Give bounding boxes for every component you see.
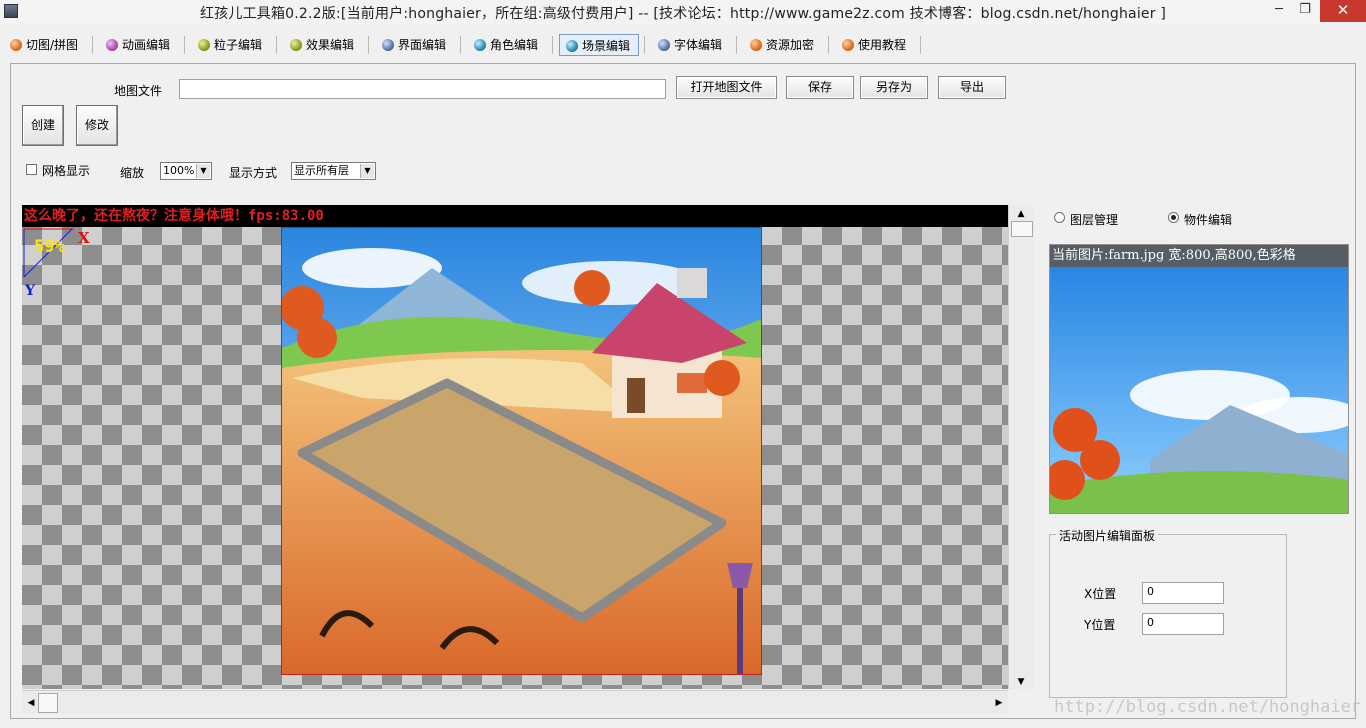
tab-separator bbox=[736, 36, 737, 54]
tab-scene[interactable]: 场景编辑 bbox=[559, 34, 639, 56]
scroll-right-icon[interactable]: ▶ bbox=[992, 695, 1006, 711]
olive-ball-icon bbox=[290, 39, 302, 51]
tab-encrypt[interactable]: 资源加密 bbox=[744, 34, 814, 56]
horizontal-scroll-thumb[interactable] bbox=[38, 693, 58, 713]
tab-animation[interactable]: 动画编辑 bbox=[100, 34, 170, 56]
scroll-down-icon[interactable]: ▼ bbox=[1011, 675, 1031, 689]
tab-label: 效果编辑 bbox=[306, 38, 355, 52]
orange-ball-icon bbox=[842, 39, 854, 51]
image-preview: 当前图片:farm.jpg 宽:800,高800,色彩格 bbox=[1049, 244, 1349, 514]
axis-x-label: X bbox=[78, 229, 90, 247]
olive-ball-icon bbox=[198, 39, 210, 51]
x-position-input[interactable]: 0 bbox=[1142, 582, 1224, 604]
save-button[interactable]: 保存 bbox=[786, 76, 854, 99]
layer-manage-label: 图层管理 bbox=[1070, 213, 1119, 227]
tab-separator bbox=[552, 36, 553, 54]
tab-separator bbox=[276, 36, 277, 54]
teal-ball-icon bbox=[474, 39, 486, 51]
module-tabs: 切图/拼图 动画编辑 粒子编辑 效果编辑 界面编辑 角色编辑 场景编辑 字体编辑… bbox=[0, 32, 1366, 58]
tab-separator bbox=[460, 36, 461, 54]
x-position-label: X位置 bbox=[1084, 587, 1117, 601]
grid-display-checkbox[interactable] bbox=[26, 164, 37, 175]
tab-separator bbox=[644, 36, 645, 54]
maximize-button[interactable]: ❐ bbox=[1292, 0, 1318, 22]
y-position-input[interactable]: 0 bbox=[1142, 613, 1224, 635]
tab-label: 切图/拼图 bbox=[26, 38, 79, 52]
zoom-label: 缩放 bbox=[120, 166, 145, 180]
canvas-status-text: 这么晚了，还在熬夜？注意身体哦！fps:83.00 bbox=[22, 205, 1008, 227]
save-as-button[interactable]: 另存为 bbox=[860, 76, 928, 99]
tab-tutorial[interactable]: 使用教程 bbox=[836, 34, 906, 56]
grid-display-label: 网格显示 bbox=[42, 164, 91, 178]
farm-map-image[interactable] bbox=[281, 227, 762, 675]
tab-label: 资源加密 bbox=[766, 38, 815, 52]
display-mode-select[interactable]: 显示所有层 ▼ bbox=[291, 162, 376, 180]
close-button[interactable]: ✕ bbox=[1320, 0, 1366, 22]
map-file-input[interactable] bbox=[179, 79, 666, 99]
tab-separator bbox=[920, 36, 921, 54]
minimize-button[interactable]: ─ bbox=[1266, 0, 1292, 22]
window-title: 红孩儿工具箱0.2.2版:[当前用户:honghaier，所在组:高级付费用户]… bbox=[199, 6, 1167, 22]
tab-character[interactable]: 角色编辑 bbox=[468, 34, 538, 56]
tab-separator bbox=[184, 36, 185, 54]
y-position-label: Y位置 bbox=[1084, 618, 1116, 632]
tab-ui[interactable]: 界面编辑 bbox=[376, 34, 446, 56]
vertical-scrollbar[interactable]: ▲ ▼ bbox=[1008, 205, 1034, 689]
orange-ball-icon bbox=[750, 39, 762, 51]
export-button[interactable]: 导出 bbox=[938, 76, 1006, 99]
object-edit-label: 物件编辑 bbox=[1184, 213, 1233, 227]
active-image-edit-title: 活动图片编辑面板 bbox=[1056, 527, 1159, 544]
chevron-down-icon: ▼ bbox=[196, 164, 210, 178]
purple-ball-icon bbox=[106, 39, 118, 51]
title-bar: 红孩儿工具箱0.2.2版:[当前用户:honghaier，所在组:高级付费用户]… bbox=[0, 0, 1366, 24]
map-file-label: 地图文件 bbox=[114, 84, 163, 98]
tab-label: 动画编辑 bbox=[122, 38, 171, 52]
axis-y-label: Y bbox=[25, 283, 35, 299]
tab-particle[interactable]: 粒子编辑 bbox=[192, 34, 262, 56]
tab-label: 使用教程 bbox=[858, 38, 907, 52]
zoom-badge: 59% bbox=[34, 237, 65, 257]
scroll-up-icon[interactable]: ▲ bbox=[1011, 207, 1031, 221]
scroll-left-icon[interactable]: ◀ bbox=[24, 695, 38, 711]
open-map-file-button[interactable]: 打开地图文件 bbox=[676, 76, 777, 99]
display-mode-value: 显示所有层 bbox=[294, 164, 349, 177]
vertical-scroll-thumb[interactable] bbox=[1011, 221, 1033, 237]
teal-ball-icon bbox=[566, 40, 578, 52]
tab-label: 界面编辑 bbox=[398, 38, 447, 52]
tab-effect[interactable]: 效果编辑 bbox=[284, 34, 354, 56]
tab-label: 场景编辑 bbox=[582, 39, 631, 53]
steel-ball-icon bbox=[382, 39, 394, 51]
scene-canvas[interactable]: 这么晚了，还在熬夜？注意身体哦！fps:83.00 59% X Y bbox=[22, 205, 1008, 689]
layer-manage-radio[interactable] bbox=[1054, 212, 1065, 223]
modify-button[interactable]: 修改 bbox=[76, 105, 118, 146]
display-mode-label: 显示方式 bbox=[229, 166, 278, 180]
tab-label: 角色编辑 bbox=[490, 38, 539, 52]
tab-label: 字体编辑 bbox=[674, 38, 723, 52]
object-edit-radio[interactable] bbox=[1168, 212, 1179, 223]
axis-indicator-icon bbox=[23, 228, 74, 278]
horizontal-scrollbar[interactable]: ◀ ▶ bbox=[22, 690, 1008, 714]
tab-separator bbox=[828, 36, 829, 54]
tab-separator bbox=[368, 36, 369, 54]
zoom-value: 100% bbox=[163, 164, 195, 177]
tab-label: 粒子编辑 bbox=[214, 38, 263, 52]
chevron-down-icon: ▼ bbox=[360, 164, 374, 178]
preview-caption: 当前图片:farm.jpg 宽:800,高800,色彩格 bbox=[1050, 245, 1348, 267]
tab-font[interactable]: 字体编辑 bbox=[652, 34, 722, 56]
tab-slice[interactable]: 切图/拼图 bbox=[4, 34, 78, 56]
tab-separator bbox=[92, 36, 93, 54]
zoom-select[interactable]: 100% ▼ bbox=[160, 162, 212, 180]
create-button[interactable]: 创建 bbox=[22, 105, 64, 146]
steel-ball-icon bbox=[658, 39, 670, 51]
orange-ball-icon bbox=[10, 39, 22, 51]
watermark-text: http://blog.csdn.net/honghaier bbox=[1054, 697, 1362, 717]
